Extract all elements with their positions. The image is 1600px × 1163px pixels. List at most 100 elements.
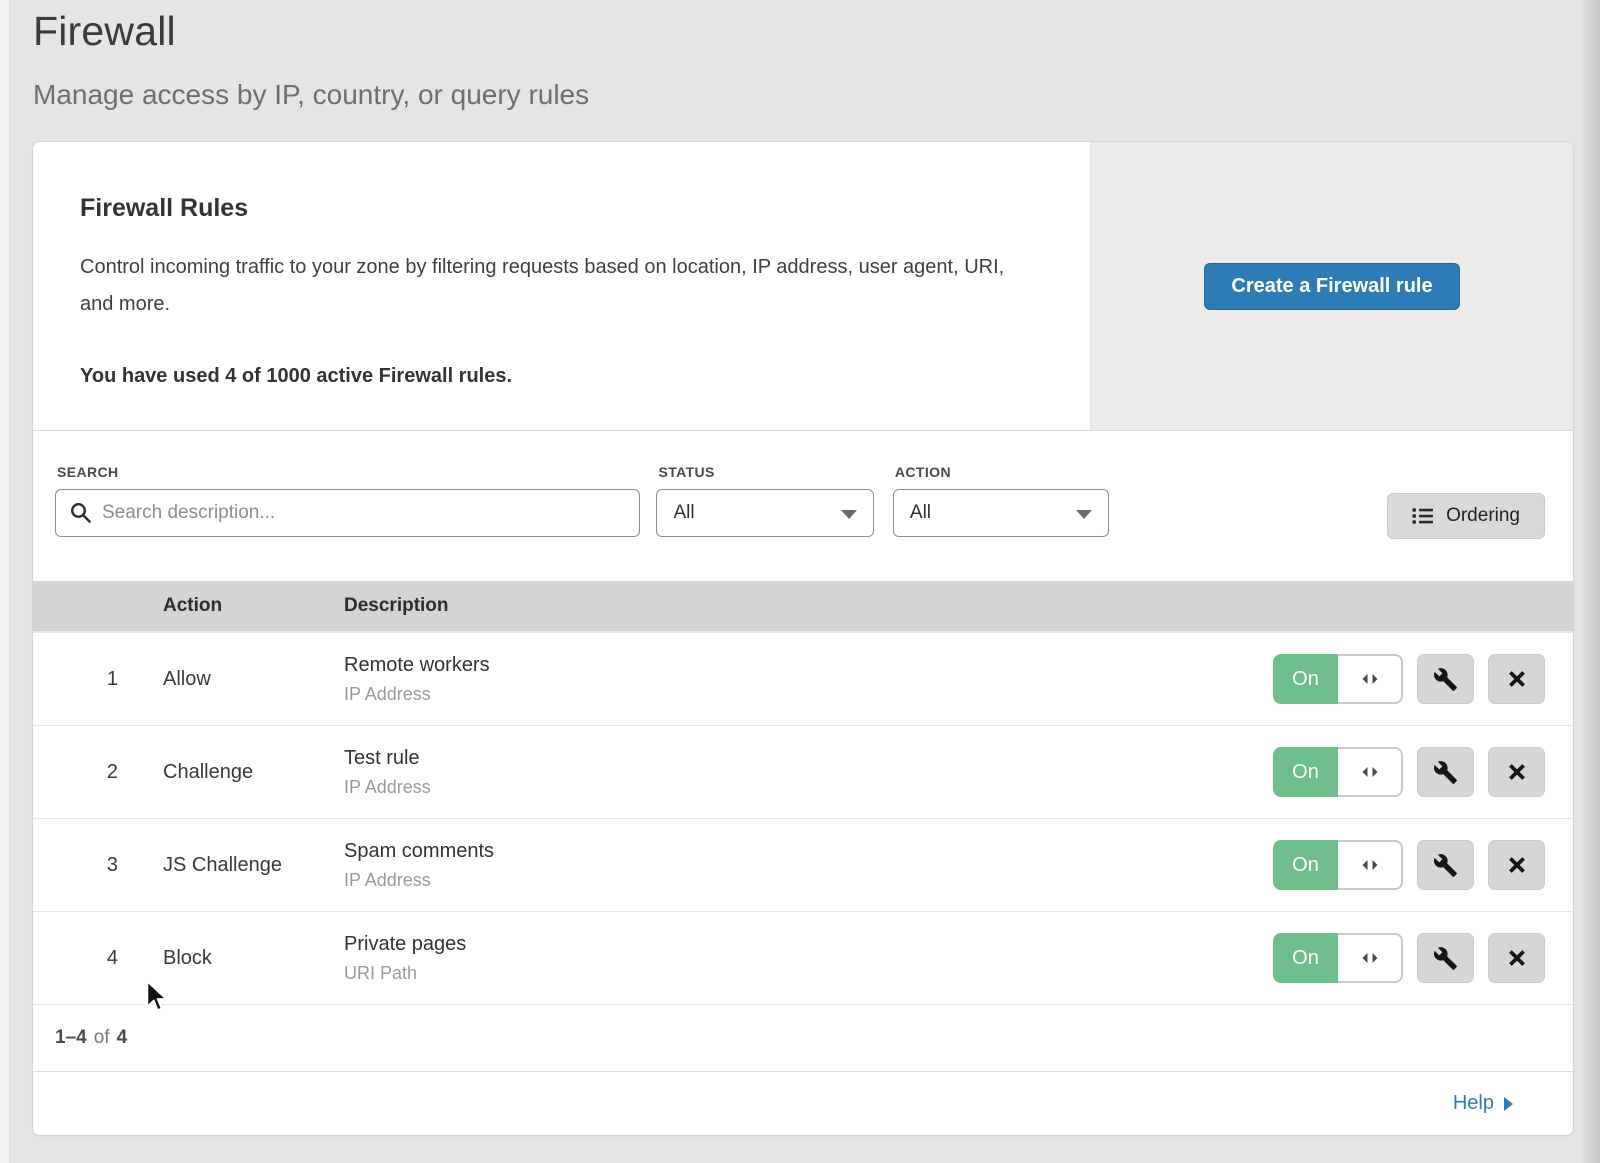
usage-summary: You have used 4 of 1000 active Firewall … xyxy=(80,365,1043,388)
edit-rule-button[interactable] xyxy=(1417,840,1474,890)
rule-match-type: IP Address xyxy=(344,684,1273,705)
create-firewall-rule-button[interactable]: Create a Firewall rule xyxy=(1204,263,1459,310)
search-icon xyxy=(69,501,93,530)
description-column-header: Description xyxy=(344,595,1573,617)
toggle-on-label[interactable]: On xyxy=(1273,840,1338,890)
toggle-on-label[interactable]: On xyxy=(1273,654,1338,704)
toggle-arrows-icon xyxy=(1361,673,1379,685)
table-row: 2 Challenge Test rule IP Address On xyxy=(33,726,1573,819)
rule-controls: On xyxy=(1273,933,1573,983)
rule-enabled-toggle[interactable]: On xyxy=(1273,933,1403,983)
rule-description: Test rule xyxy=(344,747,1273,770)
pagination-of-label: of xyxy=(94,1027,110,1049)
close-icon xyxy=(1506,854,1528,876)
search-input[interactable] xyxy=(55,489,640,537)
rule-controls: On xyxy=(1273,840,1573,890)
rule-match-type: IP Address xyxy=(344,870,1273,891)
toggle-handle[interactable] xyxy=(1338,654,1403,704)
close-icon xyxy=(1506,668,1528,690)
delete-rule-button[interactable] xyxy=(1488,933,1545,983)
rules-table-body: 1 Allow Remote workers IP Address On xyxy=(33,633,1573,1005)
status-selected-value: All xyxy=(673,502,694,524)
page-subtitle: Manage access by IP, country, or query r… xyxy=(33,79,589,111)
rule-controls: On xyxy=(1273,747,1573,797)
section-heading: Firewall Rules xyxy=(80,194,1043,223)
table-row: 3 JS Challenge Spam comments IP Address … xyxy=(33,819,1573,912)
rule-description-cell: Test rule IP Address xyxy=(344,747,1273,798)
rule-priority: 2 xyxy=(33,761,118,784)
delete-rule-button[interactable] xyxy=(1488,747,1545,797)
ordering-button-label: Ordering xyxy=(1446,505,1520,527)
firewall-rules-panel: Firewall Rules Control incoming traffic … xyxy=(33,142,1573,1135)
rule-action: Block xyxy=(163,947,344,970)
toggle-arrows-icon xyxy=(1361,766,1379,778)
help-link[interactable]: Help xyxy=(1453,1092,1513,1115)
rule-match-type: IP Address xyxy=(344,777,1273,798)
toggle-on-label[interactable]: On xyxy=(1273,933,1338,983)
window-left-edge xyxy=(0,0,10,1163)
action-selected-value: All xyxy=(910,502,931,524)
rule-priority: 3 xyxy=(33,854,118,877)
close-icon xyxy=(1506,947,1528,969)
table-row: 4 Block Private pages URI Path On xyxy=(33,912,1573,1005)
rule-enabled-toggle[interactable]: On xyxy=(1273,747,1403,797)
rule-description-cell: Private pages URI Path xyxy=(344,933,1273,984)
rule-description: Private pages xyxy=(344,933,1273,956)
delete-rule-button[interactable] xyxy=(1488,654,1545,704)
rule-action: JS Challenge xyxy=(163,854,344,877)
delete-rule-button[interactable] xyxy=(1488,840,1545,890)
list-ordering-icon xyxy=(1412,507,1434,525)
close-icon xyxy=(1506,761,1528,783)
rule-description: Spam comments xyxy=(344,840,1273,863)
action-select[interactable]: All xyxy=(893,489,1109,537)
intro-action-block: Create a Firewall rule xyxy=(1090,142,1573,430)
chevron-down-icon xyxy=(841,510,857,519)
edit-rule-button[interactable] xyxy=(1417,933,1474,983)
rule-controls: On xyxy=(1273,654,1573,704)
toggle-handle[interactable] xyxy=(1338,747,1403,797)
action-label: ACTION xyxy=(895,464,1109,480)
pagination-total: 4 xyxy=(117,1027,128,1049)
wrench-icon xyxy=(1433,667,1458,692)
pagination-range: 1–4 xyxy=(55,1027,87,1049)
filter-bar: SEARCH STATUS All ACTION All xyxy=(33,431,1573,581)
caret-right-icon xyxy=(1504,1097,1513,1111)
search-label: SEARCH xyxy=(57,464,640,480)
toggle-arrows-icon xyxy=(1361,859,1379,871)
pagination-row: 1–4 of 4 xyxy=(33,1005,1573,1072)
intro-text-block: Firewall Rules Control incoming traffic … xyxy=(33,142,1090,430)
chevron-down-icon xyxy=(1076,510,1092,519)
panel-footer: Help xyxy=(33,1072,1573,1134)
window-right-scrollbar-track[interactable] xyxy=(1583,0,1600,1163)
ordering-button[interactable]: Ordering xyxy=(1387,493,1545,539)
page-title: Firewall xyxy=(33,8,589,55)
rule-priority: 1 xyxy=(33,668,118,691)
wrench-icon xyxy=(1433,760,1458,785)
status-select[interactable]: All xyxy=(656,489,874,537)
rule-description: Remote workers xyxy=(344,654,1273,677)
toggle-arrows-icon xyxy=(1361,952,1379,964)
rule-enabled-toggle[interactable]: On xyxy=(1273,654,1403,704)
action-column-header: Action xyxy=(163,595,344,617)
rule-priority: 4 xyxy=(33,947,118,970)
rule-match-type: URI Path xyxy=(344,963,1273,984)
toggle-handle[interactable] xyxy=(1338,933,1403,983)
page-header: Firewall Manage access by IP, country, o… xyxy=(33,8,589,111)
rule-description-cell: Remote workers IP Address xyxy=(344,654,1273,705)
intro-section: Firewall Rules Control incoming traffic … xyxy=(33,142,1573,431)
rule-action: Challenge xyxy=(163,761,344,784)
section-description: Control incoming traffic to your zone by… xyxy=(80,249,1030,323)
rule-enabled-toggle[interactable]: On xyxy=(1273,840,1403,890)
toggle-on-label[interactable]: On xyxy=(1273,747,1338,797)
edit-rule-button[interactable] xyxy=(1417,654,1474,704)
table-header-row: Action Description xyxy=(33,581,1573,633)
wrench-icon xyxy=(1433,946,1458,971)
wrench-icon xyxy=(1433,853,1458,878)
toggle-handle[interactable] xyxy=(1338,840,1403,890)
help-link-label: Help xyxy=(1453,1092,1494,1115)
status-label: STATUS xyxy=(658,464,874,480)
rule-description-cell: Spam comments IP Address xyxy=(344,840,1273,891)
rule-action: Allow xyxy=(163,668,344,691)
edit-rule-button[interactable] xyxy=(1417,747,1474,797)
table-row: 1 Allow Remote workers IP Address On xyxy=(33,633,1573,726)
